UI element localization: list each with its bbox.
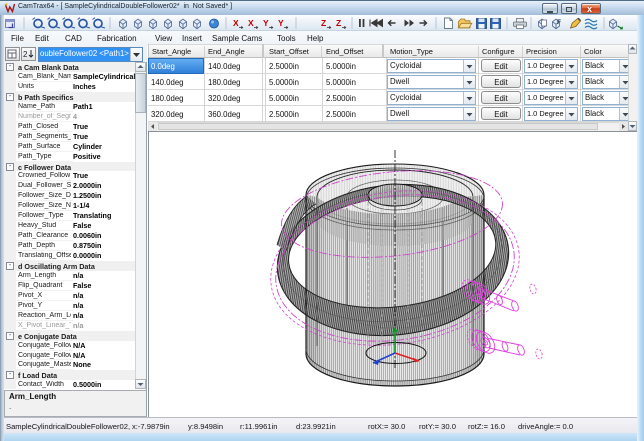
svg-text:2: 2: [23, 50, 28, 59]
svg-text:Z: Z: [336, 18, 341, 28]
svg-text:X: X: [248, 18, 254, 28]
svg-text:Y: Y: [278, 18, 284, 28]
svg-text:Y: Y: [263, 18, 269, 28]
svg-text:F: F: [557, 19, 561, 26]
svg-text:X: X: [233, 18, 239, 28]
svg-text:Z: Z: [321, 18, 326, 28]
